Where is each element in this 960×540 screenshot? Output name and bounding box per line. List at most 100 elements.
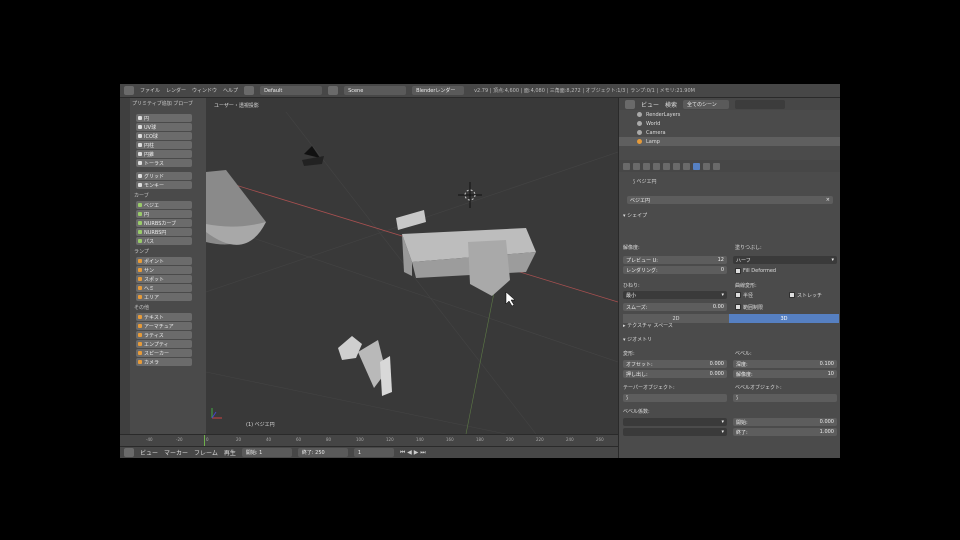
- outliner-search-menu[interactable]: 検索: [665, 100, 677, 109]
- curve-data-tab-icon[interactable]: [693, 162, 700, 170]
- menu-view[interactable]: ビュー: [140, 448, 158, 457]
- 3d-toggle[interactable]: 3D: [729, 314, 839, 323]
- add-torus-button[interactable]: トーラス: [136, 159, 192, 167]
- menu-window[interactable]: ウィンドウ: [192, 87, 217, 94]
- add-hemi-lamp-button[interactable]: ヘミ: [136, 284, 192, 292]
- taper-object-field[interactable]: ⟆: [623, 394, 727, 402]
- layers-tab-icon[interactable]: [633, 162, 640, 170]
- render-u-field[interactable]: レンダリング: 0: [623, 266, 727, 274]
- menu-playback[interactable]: 再生: [224, 448, 236, 457]
- bevel-factor-mapping-end[interactable]: ▾: [623, 428, 727, 436]
- add-area-lamp-button[interactable]: エリア: [136, 293, 192, 301]
- editor-type-icon[interactable]: [124, 448, 134, 457]
- outliner-item[interactable]: Camera: [619, 128, 840, 137]
- add-nurbs-curve-button[interactable]: NURBSカーブ: [136, 219, 192, 227]
- curve-datablock-field[interactable]: ベジエ円 ×: [627, 196, 833, 204]
- menu-render[interactable]: レンダー: [166, 87, 186, 94]
- scene-tab-icon[interactable]: [643, 162, 650, 170]
- extruded-box-mesh[interactable]: [396, 210, 536, 296]
- add-monkey-button[interactable]: モンキー: [136, 181, 192, 189]
- add-cone-button[interactable]: 円錐: [136, 150, 192, 158]
- add-bezier-button[interactable]: ベジエ: [136, 201, 192, 209]
- mouse-cursor-icon: [505, 291, 516, 307]
- bevel-factor-start-field[interactable]: 開始: 0.000: [733, 418, 837, 426]
- texture-space-panel-header[interactable]: ▸ テクスチャ スペース: [623, 322, 673, 329]
- add-cylinder-button[interactable]: 円柱: [136, 141, 192, 149]
- outliner-search-input[interactable]: [735, 99, 786, 109]
- menu-help[interactable]: ヘルプ: [223, 87, 238, 94]
- menu-file[interactable]: ファイル: [140, 87, 160, 94]
- material-tab-icon[interactable]: [703, 162, 710, 170]
- fill-deform-checkbox[interactable]: [735, 268, 741, 274]
- stretch-label: ストレッチ: [797, 293, 823, 299]
- bounds-clamp-checkbox[interactable]: [735, 304, 741, 310]
- constraints-tab-icon[interactable]: [673, 162, 680, 170]
- radius-checkbox[interactable]: [735, 292, 741, 298]
- add-armature-button[interactable]: アーマチュア: [136, 322, 192, 330]
- add-icosphere-button[interactable]: ICO球: [136, 132, 192, 140]
- object-tab-icon[interactable]: [663, 162, 670, 170]
- add-point-lamp-button[interactable]: ポイント: [136, 257, 192, 265]
- render-tab-icon[interactable]: [623, 162, 630, 170]
- layout-selector[interactable]: Default: [260, 86, 323, 95]
- add-lattice-button[interactable]: ラティス: [136, 331, 192, 339]
- text-3d-mesh[interactable]: [338, 336, 392, 396]
- menu-frame[interactable]: フレーム: [194, 448, 218, 457]
- playback-controls-icon[interactable]: ⏮ ◀ ▶ ⏭: [400, 449, 426, 457]
- outliner-item[interactable]: RenderLayers: [619, 110, 840, 119]
- outliner-display-mode[interactable]: 全てのシーン: [683, 99, 730, 109]
- editor-type-icon[interactable]: [124, 86, 134, 95]
- start-frame-field[interactable]: 開始: 1: [241, 448, 292, 457]
- outliner-item[interactable]: World: [619, 119, 840, 128]
- current-frame-field[interactable]: 1: [353, 448, 394, 457]
- add-spot-lamp-button[interactable]: スポット: [136, 275, 192, 283]
- curve-icon: [138, 239, 142, 243]
- add-uvsphere-button[interactable]: UV球: [136, 123, 192, 131]
- texture-tab-icon[interactable]: [713, 162, 720, 170]
- end-frame-field[interactable]: 終了: 250: [297, 448, 348, 457]
- chevron-down-icon: ▾: [721, 429, 724, 435]
- extrude-field[interactable]: 押し出し: 0.000: [623, 370, 727, 378]
- preview-u-field[interactable]: プレビュー U: 12: [623, 256, 727, 264]
- smooth-field[interactable]: スムーズ: 0.00: [623, 303, 727, 311]
- add-nurbs-circle-button[interactable]: NURBS円: [136, 228, 192, 236]
- render-layers-icon: [637, 112, 642, 117]
- stretch-checkbox[interactable]: [789, 292, 795, 298]
- add-speaker-button[interactable]: スピーカー: [136, 349, 192, 357]
- 3d-cursor[interactable]: [458, 182, 482, 208]
- bevel-factor-mapping-start[interactable]: ▾: [623, 418, 727, 426]
- cone-mesh[interactable]: [206, 170, 266, 245]
- add-sun-lamp-button[interactable]: サン: [136, 266, 192, 274]
- editor-type-icon[interactable]: [625, 99, 635, 109]
- add-grid-button[interactable]: グリッド: [136, 172, 192, 180]
- bevel-resolution-field[interactable]: 解像度: 10: [733, 370, 837, 378]
- bevel-object-field[interactable]: ⟆: [733, 394, 837, 402]
- shelf-tabs[interactable]: [120, 98, 130, 434]
- 3d-viewport[interactable]: (1) ベジエ円: [206, 112, 618, 434]
- close-icon[interactable]: ×: [826, 197, 830, 203]
- twist-method-select[interactable]: 最小 ▾: [623, 291, 727, 299]
- render-engine-selector[interactable]: Blenderレンダー: [412, 86, 465, 95]
- add-text-button[interactable]: テキスト: [136, 313, 192, 321]
- bevel-depth-field[interactable]: 深度: 0.100: [733, 360, 837, 368]
- outliner-view-menu[interactable]: ビュー: [641, 100, 659, 109]
- camera-object[interactable]: [304, 146, 320, 158]
- bevel-factor-end-field[interactable]: 終了: 1.000: [733, 428, 837, 436]
- menu-marker[interactable]: マーカー: [164, 448, 188, 457]
- shape-panel-header[interactable]: ▾ シェイプ: [623, 212, 647, 219]
- add-circle-button[interactable]: 円: [136, 114, 192, 122]
- outliner-item[interactable]: Lamp: [619, 137, 840, 146]
- add-path-button[interactable]: パス: [136, 237, 192, 245]
- geometry-panel-header[interactable]: ▾ ジオメトリ: [623, 336, 652, 343]
- viewport-scene[interactable]: [206, 112, 618, 434]
- add-empty-button[interactable]: エンプティ: [136, 340, 192, 348]
- tick-label: 240: [566, 437, 574, 442]
- add-camera-button[interactable]: カメラ: [136, 358, 192, 366]
- scene-selector[interactable]: Scene: [344, 86, 407, 95]
- fill-mode-select[interactable]: ハーフ ▾: [733, 256, 837, 264]
- modifiers-tab-icon[interactable]: [683, 162, 690, 170]
- world-tab-icon[interactable]: [653, 162, 660, 170]
- offset-field[interactable]: オフセット: 0.000: [623, 360, 727, 368]
- chevron-down-icon: ▾: [831, 257, 834, 263]
- add-bezier-circle-button[interactable]: 円: [136, 210, 192, 218]
